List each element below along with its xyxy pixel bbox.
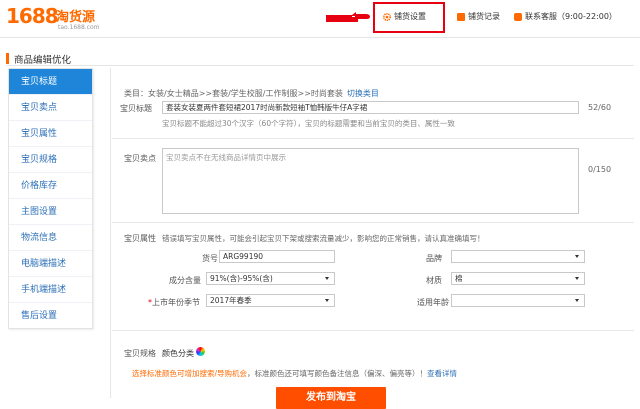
title-input[interactable]: 套装女装夏两件套短裙2017时尚新款短袖T恤韩版牛仔A字裙 xyxy=(162,101,579,114)
season-label-text: 上市年份季节 xyxy=(152,298,200,307)
item-no-input[interactable]: ARG99190 xyxy=(219,250,335,263)
title-hint: 宝贝标题不能超过30个汉字（60个字符），宝贝的标题需要和当前宝贝的类目、属性一… xyxy=(162,119,455,128)
logo-name[interactable]: 淘货源 xyxy=(56,6,95,25)
title-label: 宝贝标题 xyxy=(120,104,152,113)
sidebar-item-selling-point[interactable]: 宝贝卖点 xyxy=(9,95,92,121)
color-note-highlight: 选择标准颜色可增加搜索/导购机会 xyxy=(132,369,248,378)
color-wheel-icon[interactable] xyxy=(196,347,205,356)
selling-point-counter: 0/150 xyxy=(588,165,612,174)
content-label: 成分含量 xyxy=(169,276,201,285)
sidebar-nav: 宝贝标题 宝贝卖点 宝贝属性 宝贝规格 价格库存 主图设置 物流信息 电脑端描述… xyxy=(8,68,93,329)
selling-point-label: 宝贝卖点 xyxy=(124,154,156,163)
pointing-hand-icon xyxy=(326,12,370,22)
sidebar-item-pc-description[interactable]: 电脑端描述 xyxy=(9,251,92,277)
publish-button[interactable]: 发布到淘宝 xyxy=(276,387,386,409)
chevron-down-icon xyxy=(325,277,329,280)
gear-icon xyxy=(383,12,391,21)
sidebar-item-main-image[interactable]: 主图设置 xyxy=(9,199,92,225)
content-divider xyxy=(110,68,111,398)
sidebar-item-after-sales[interactable]: 售后设置 xyxy=(9,303,92,329)
sidebar-item-mobile-description[interactable]: 手机端描述 xyxy=(9,277,92,303)
attributes-warning: 错误填写宝贝属性，可能会引起宝贝下架或搜索流量减少，影响您的正常销售，请认真准确… xyxy=(162,234,485,243)
brand-label: 品牌 xyxy=(426,254,442,263)
separator xyxy=(112,222,634,223)
service-label: 联系客服（9:00-22:00） xyxy=(525,12,617,21)
category-line: 类目：女装/女士精品>>套装/学生校服/工作制服>>时尚套装 切换类目 xyxy=(124,88,379,99)
color-category-label: 颜色分类 xyxy=(162,349,194,358)
chevron-down-icon xyxy=(325,299,329,302)
sidebar-item-spec[interactable]: 宝贝规格 xyxy=(9,147,92,173)
title-accent-bar xyxy=(6,53,9,64)
sidebar-item-logistics[interactable]: 物流信息 xyxy=(9,225,92,251)
content-value: 91%(含)-95%(含) xyxy=(210,274,273,283)
material-select[interactable]: 棉 xyxy=(451,272,585,285)
page-title: 商品编辑优化 xyxy=(14,55,72,66)
category-text: 类目：女装/女士精品>>套装/学生校服/工作制服>>时尚套装 xyxy=(124,89,343,98)
sidebar-item-title[interactable]: 宝贝标题 xyxy=(9,69,92,95)
records-label: 铺货记录 xyxy=(468,12,500,21)
season-value: 2017年春季 xyxy=(210,296,252,305)
separator xyxy=(112,138,634,139)
material-value: 棉 xyxy=(455,274,463,283)
title-counter: 52/60 xyxy=(588,103,612,112)
logo-subtitle: tao.1688.com xyxy=(58,24,100,31)
selling-point-textarea[interactable]: 宝贝卖点不在无线商品详情页中展示 xyxy=(162,148,579,214)
distribution-records-link[interactable]: 铺货记录 xyxy=(457,11,500,22)
content-select[interactable]: 91%(含)-95%(含) xyxy=(206,272,335,285)
settings-label: 铺货设置 xyxy=(394,12,426,21)
contact-service-link[interactable]: 联系客服（9:00-22:00） xyxy=(514,11,617,22)
switch-category-link[interactable]: 切换类目 xyxy=(347,89,379,98)
color-note: 选择标准颜色可增加搜索/导购机会，标准颜色还可填写颜色备注信息（偏深、偏亮等）！… xyxy=(132,368,457,379)
season-label: *上市年份季节 xyxy=(148,297,200,308)
age-select[interactable] xyxy=(451,294,585,307)
view-details-link[interactable]: 查看详情 xyxy=(427,369,457,378)
chevron-down-icon xyxy=(575,299,579,302)
brand-select[interactable] xyxy=(451,250,585,263)
chevron-down-icon xyxy=(575,277,579,280)
separator xyxy=(112,330,634,331)
section-header: 商品编辑优化 xyxy=(6,52,634,66)
sidebar-item-price-stock[interactable]: 价格库存 xyxy=(9,173,92,199)
top-bar: 1688 淘货源 tao.1688.com 铺货设置 铺货记录 联系客服（9:0… xyxy=(0,0,640,38)
attributes-label: 宝贝属性 xyxy=(124,234,156,243)
sidebar-item-attributes[interactable]: 宝贝属性 xyxy=(9,121,92,147)
logo-number[interactable]: 1688 xyxy=(6,4,59,28)
chevron-down-icon xyxy=(575,255,579,258)
record-icon xyxy=(457,12,465,21)
distribution-settings-link[interactable]: 铺货设置 xyxy=(383,11,426,22)
item-no-label: 货号 xyxy=(202,254,218,263)
chat-icon xyxy=(514,12,522,21)
spec-label: 宝贝规格 xyxy=(124,349,156,358)
age-label: 适用年龄 xyxy=(417,298,449,307)
material-label: 材质 xyxy=(426,276,442,285)
season-select[interactable]: 2017年春季 xyxy=(206,294,335,307)
color-note-text: ，标准颜色还可填写颜色备注信息（偏深、偏亮等）！ xyxy=(247,369,428,378)
